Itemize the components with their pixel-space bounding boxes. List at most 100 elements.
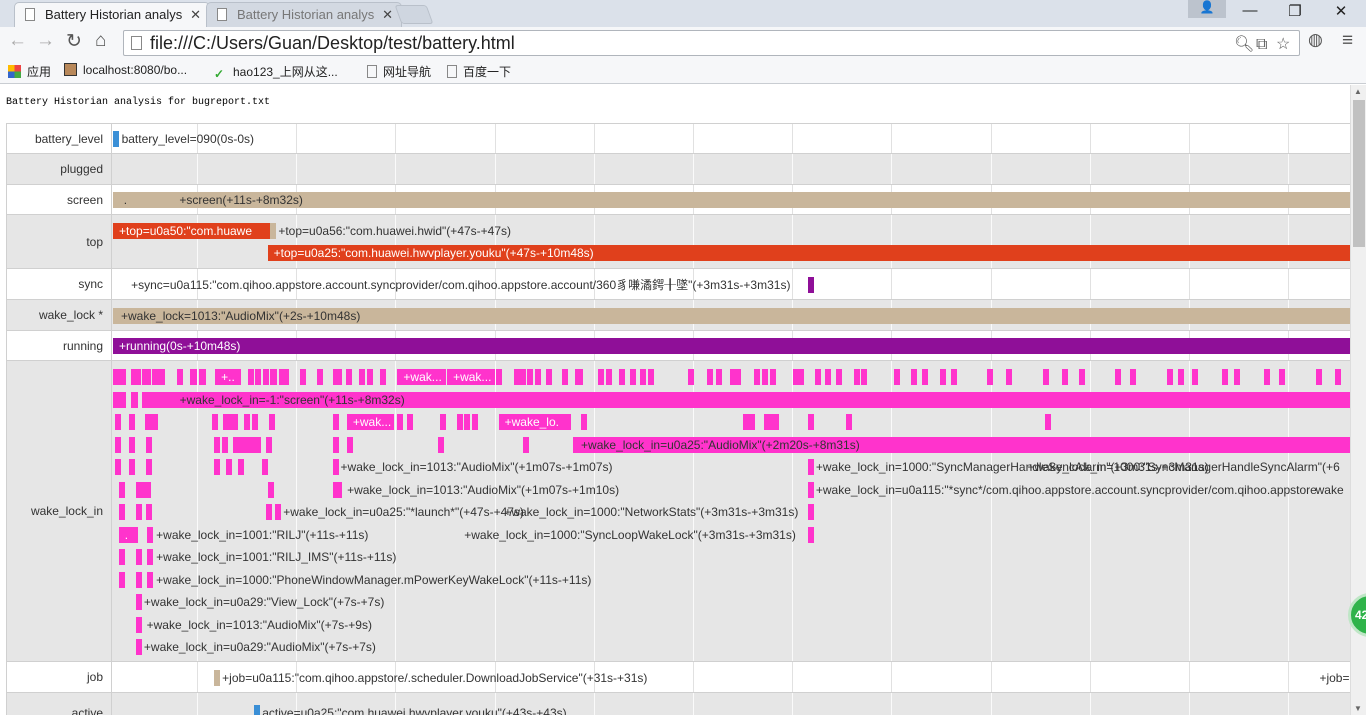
event-bar[interactable] (135, 549, 142, 565)
bookmark-baidu[interactable]: 百度一下 (447, 63, 511, 80)
event-bar[interactable] (225, 459, 232, 475)
event-bar[interactable] (647, 369, 654, 385)
event-bar[interactable] (951, 369, 958, 385)
scroll-up-icon[interactable]: ▲ (1354, 87, 1362, 96)
new-tab-button[interactable] (394, 5, 434, 24)
event-bar[interactable]: +top=u0a50:"com.huawe (113, 223, 270, 239)
event-bar[interactable] (135, 571, 142, 588)
event-bar[interactable] (113, 369, 127, 385)
event-bar[interactable] (1042, 369, 1049, 385)
bookmark-apps[interactable]: 应用 (8, 63, 51, 80)
event-bar[interactable] (247, 369, 254, 385)
event-bar[interactable] (212, 414, 219, 430)
user-icon[interactable]: 👤 (1188, 0, 1226, 18)
event-bar[interactable] (359, 369, 366, 385)
event-bar[interactable] (332, 459, 339, 475)
event-bar[interactable] (742, 414, 756, 430)
event-bar[interactable] (300, 369, 307, 385)
event-bar[interactable] (114, 459, 121, 475)
bookmark-nav[interactable]: 网址导航 (367, 63, 431, 80)
event-bar[interactable] (574, 369, 583, 385)
maximize-button[interactable]: ❐ (1275, 2, 1315, 20)
event-bar[interactable] (114, 436, 121, 453)
event-bar[interactable]: +running(0s-+10m48s) (113, 338, 1350, 354)
event-bar[interactable] (1166, 369, 1173, 385)
event-bar[interactable] (1222, 369, 1229, 385)
event-bar[interactable] (1233, 369, 1240, 385)
close-tab-icon[interactable]: ✕ (190, 3, 201, 26)
event-bar[interactable] (1264, 369, 1271, 385)
event-bar[interactable]: . (117, 192, 148, 208)
event-bar[interactable] (268, 414, 275, 430)
event-bar[interactable] (129, 436, 136, 453)
bookmark-localhost[interactable]: localhost:8080/bo... (64, 63, 187, 77)
event-bar[interactable] (145, 414, 158, 430)
scrollbar-thumb[interactable] (1353, 100, 1365, 247)
event-bar[interactable] (275, 504, 282, 520)
event-bar[interactable] (438, 436, 445, 453)
event-bar[interactable] (406, 414, 413, 430)
event-bar[interactable] (146, 504, 153, 520)
event-bar[interactable] (252, 414, 259, 430)
minimize-button[interactable]: — (1230, 2, 1270, 19)
event-bar[interactable]: +wak... (397, 369, 447, 385)
event-bar[interactable] (769, 369, 776, 385)
event-bar[interactable] (807, 459, 814, 475)
event-bar[interactable] (332, 481, 343, 498)
event-bar[interactable]: +wake_lock=1013:"AudioMix"(+2s-+10m48s) (113, 307, 1350, 324)
event-bar[interactable] (135, 594, 142, 610)
event-bar[interactable] (807, 526, 814, 543)
event-bar[interactable] (440, 414, 447, 430)
event-bar[interactable] (618, 369, 625, 385)
reload-icon[interactable]: ↻ (66, 30, 82, 53)
event-bar[interactable]: +wak... (447, 369, 495, 385)
event-bar[interactable]: +wak... (346, 414, 394, 430)
event-bar[interactable]: +.. (215, 369, 241, 385)
event-bar[interactable] (1178, 369, 1185, 385)
event-bar[interactable] (233, 436, 261, 453)
event-bar[interactable] (580, 414, 587, 430)
event-bar[interactable] (131, 391, 138, 408)
event-bar[interactable] (471, 414, 478, 430)
event-bar[interactable] (152, 369, 165, 385)
event-bar[interactable]: +top=u0a25:"com.huawei.hwvplayer.youku"(… (267, 245, 1350, 261)
event-bar[interactable] (147, 571, 154, 588)
event-bar[interactable] (269, 223, 276, 239)
event-bar[interactable] (198, 369, 206, 385)
event-bar[interactable] (114, 414, 121, 430)
event-bar[interactable] (254, 705, 261, 715)
tab-active[interactable]: Battery Historian analys ✕ (14, 2, 210, 27)
event-bar[interactable] (397, 414, 404, 430)
event-bar[interactable] (135, 504, 142, 520)
event-bar[interactable] (495, 369, 502, 385)
event-bar[interactable] (1044, 414, 1051, 430)
forward-icon[interactable]: → (36, 30, 55, 52)
event-bar[interactable] (1061, 369, 1068, 385)
event-bar[interactable]: +wake_lock_in=-1:"screen"(+11s-+8m32s) (141, 391, 1350, 408)
event-bar[interactable] (118, 481, 125, 498)
event-bar[interactable] (861, 369, 868, 385)
event-bar[interactable] (1115, 369, 1122, 385)
event-bar[interactable] (332, 369, 343, 385)
event-bar[interactable] (255, 369, 262, 385)
event-bar[interactable] (380, 369, 387, 385)
event-bar[interactable] (464, 414, 471, 430)
event-bar[interactable] (141, 369, 152, 385)
event-bar[interactable] (265, 436, 272, 453)
event-bar[interactable] (214, 436, 221, 453)
close-tab-icon[interactable]: ✕ (382, 3, 393, 26)
event-bar[interactable] (893, 369, 900, 385)
event-bar[interactable] (113, 391, 127, 408)
event-bar[interactable] (176, 369, 183, 385)
event-bar[interactable]: +screen(+11s-+8m32s) (147, 192, 1350, 208)
event-bar[interactable] (523, 436, 530, 453)
event-bar[interactable] (131, 369, 141, 385)
event-bar[interactable] (214, 459, 221, 475)
event-bar[interactable] (147, 549, 154, 565)
event-bar[interactable] (129, 414, 136, 430)
event-bar[interactable] (147, 526, 154, 543)
event-bar[interactable] (113, 131, 119, 147)
event-bar[interactable] (939, 369, 946, 385)
event-bar[interactable] (345, 369, 352, 385)
event-bar[interactable] (366, 369, 373, 385)
